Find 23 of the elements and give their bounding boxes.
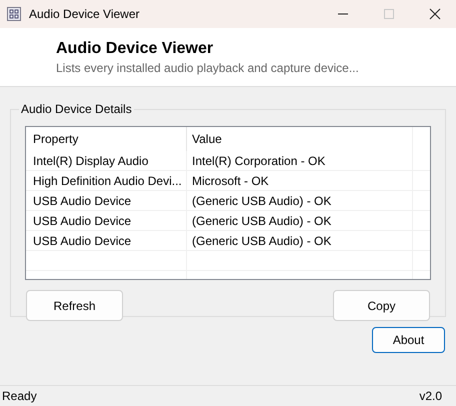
table-cell: Intel(R) Corporation - OK xyxy=(187,151,413,170)
table-cell: USB Audio Device xyxy=(26,191,187,210)
table-cell: Microsoft - OK xyxy=(187,171,413,190)
refresh-button[interactable]: Refresh xyxy=(26,290,123,321)
status-text: Ready xyxy=(2,389,37,403)
table-cell: (Generic USB Audio) - OK xyxy=(187,231,413,250)
table-cell: USB Audio Device xyxy=(26,231,187,250)
table-cell: USB Audio Device xyxy=(26,211,187,230)
table-cell: (Generic USB Audio) - OK xyxy=(187,191,413,210)
header-title: Audio Device Viewer xyxy=(56,40,214,58)
group-label: Audio Device Details xyxy=(19,102,134,116)
column-header[interactable]: Value xyxy=(187,127,413,151)
table-cell: High Definition Audio Devi... xyxy=(26,171,187,190)
header-subtitle: Lists every installed audio playback and capture device... xyxy=(56,61,360,75)
table-cell: (Generic USB Audio) - OK xyxy=(187,211,413,230)
app-icon xyxy=(7,7,21,21)
close-icon[interactable] xyxy=(429,8,441,20)
column-header[interactable]: Property xyxy=(26,127,187,151)
table-cell: Intel(R) Display Audio xyxy=(26,151,187,170)
copy-button[interactable]: Copy xyxy=(333,290,430,321)
window-title: Audio Device Viewer xyxy=(29,7,140,21)
about-button[interactable]: About xyxy=(372,327,445,353)
version-text: v2.0 xyxy=(419,389,442,403)
